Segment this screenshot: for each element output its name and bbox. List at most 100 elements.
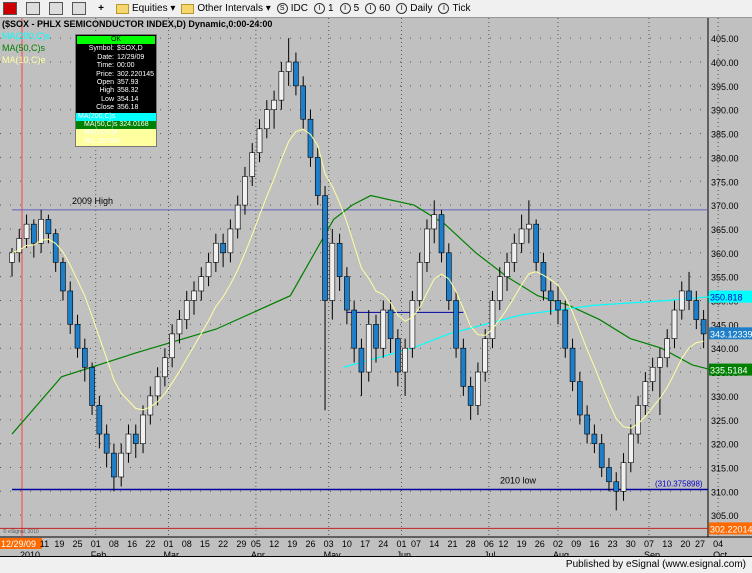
candle-body [285, 61, 292, 72]
toolbar-item[interactable]: + [95, 3, 110, 14]
candle-body [606, 467, 612, 483]
publisher-credit: Published by eSignal (www.esignal.com) [565, 559, 746, 570]
candle [649, 357, 656, 392]
tooltip-value: 358.32 [117, 87, 139, 95]
tooltip-row: Close 356.18 [76, 104, 156, 112]
date-tick-label: 28 [466, 539, 476, 549]
candle [569, 338, 576, 392]
date-tick-label: 13 [662, 539, 672, 549]
candle [664, 329, 671, 368]
date-tick-label: 07 [411, 539, 421, 549]
toolbar-item[interactable]: Other Intervals ▾ [181, 3, 271, 14]
candle-body [526, 223, 532, 230]
candle-body [496, 276, 503, 301]
watermark: © eSignal, 2010 [3, 528, 39, 535]
candle [438, 209, 445, 263]
toolbar-item[interactable] [3, 2, 20, 15]
candle-body [344, 276, 350, 311]
toolbar-item[interactable] [26, 2, 43, 15]
interval-icon: I [365, 3, 377, 14]
candle-body [358, 347, 365, 373]
date-tick-label: 12 [269, 539, 279, 549]
candle [547, 281, 554, 315]
tooltip-value: 12/29/09 [117, 53, 145, 61]
candle-body [162, 357, 168, 378]
candle-body [176, 319, 183, 335]
toolbar-item[interactable]: I1 [314, 3, 334, 14]
tooltip-value: 302.220145 [117, 70, 154, 78]
price-badge-label: 302.220145 [710, 524, 752, 534]
candle-body [693, 300, 700, 320]
date-tick-label: 08 [109, 539, 119, 549]
price-tick-label: 325.00 [711, 416, 739, 426]
candle [322, 186, 328, 411]
date-tick-label: 04 [713, 539, 723, 549]
candle [365, 310, 372, 382]
candle-body [89, 366, 95, 406]
toolbar-item-label: Daily [410, 3, 433, 14]
candle-body [45, 219, 52, 235]
candle-body [307, 118, 314, 158]
candle [504, 252, 510, 291]
candle-body [547, 290, 554, 301]
price-tick-label: 305.00 [711, 511, 739, 521]
candle-body [373, 324, 379, 349]
candle-body [213, 242, 219, 263]
candle-body [169, 333, 175, 359]
candle-body [467, 386, 474, 406]
toolbar-item[interactable]: S IDC [276, 3, 308, 14]
candle [642, 372, 649, 415]
price-tick-label: 310.00 [711, 487, 739, 497]
toolbar-item[interactable]: I Daily [396, 3, 432, 14]
toolbar-item[interactable]: I5 [339, 3, 359, 14]
candle-body [380, 309, 387, 349]
toolbar-item[interactable]: I 60 [365, 3, 390, 14]
date-tick-label: 19 [287, 539, 297, 549]
candle-body [664, 338, 671, 359]
candle-body [511, 242, 518, 263]
candle [591, 424, 598, 454]
tooltip-row: Low 354.14 [76, 96, 156, 104]
candle-body [118, 452, 124, 478]
price-tick-label: 400.00 [711, 58, 739, 68]
date-tick-label: 24 [378, 539, 388, 549]
candle-body [111, 452, 117, 478]
candle-body [271, 99, 277, 111]
date-tick-label: 02 [553, 539, 563, 549]
candle [89, 362, 95, 415]
candle-body [220, 242, 226, 254]
ma10-line [11, 128, 704, 429]
candle [373, 314, 379, 363]
candle-body [263, 109, 270, 130]
interval-icon: I [314, 3, 325, 14]
candle-body [74, 324, 81, 349]
candle [518, 214, 525, 253]
date-tick-label: 15 [200, 539, 210, 549]
folder-icon [116, 3, 129, 14]
candle [256, 119, 263, 163]
date-tick-label: 05 [251, 539, 261, 549]
properties-icon [72, 2, 86, 15]
toolbar-item[interactable] [72, 2, 89, 15]
tooltip-ma10: MA(10,C)e 351.357907 [76, 129, 156, 147]
candle [496, 267, 503, 311]
toolbar-item[interactable]: I Tick [438, 3, 470, 14]
tooltip-row: Time: 00:00 [76, 62, 156, 70]
price-badge-label: 350.818 [710, 293, 743, 303]
candle-body [125, 433, 132, 454]
candle-body [671, 309, 678, 339]
toolbar-item[interactable]: Equities ▾ [116, 3, 175, 14]
candle [613, 472, 620, 511]
line-value-tag: (310.375898) [655, 480, 703, 489]
link-icon [26, 2, 40, 15]
candle-body [322, 195, 328, 301]
date-tick-label: 12/29/09 [1, 539, 36, 549]
candle [402, 338, 408, 396]
candle-body [234, 204, 241, 230]
tooltip-key: Price: [96, 70, 114, 78]
toolbar-item[interactable] [49, 2, 66, 15]
candle [176, 310, 183, 344]
tooltip-key: Symbol: [88, 45, 114, 53]
candle [169, 324, 175, 368]
candle-body [627, 433, 634, 463]
